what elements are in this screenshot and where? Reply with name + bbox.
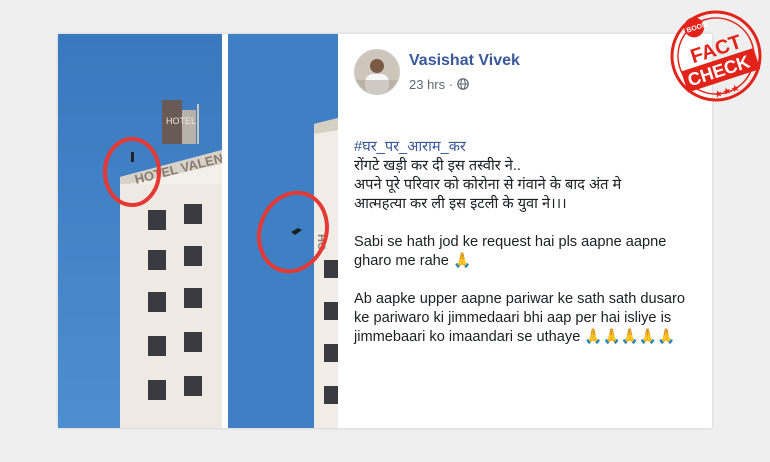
post-meta: 23 hrs · [409,76,469,92]
author-name[interactable]: Vasishat Vivek [409,52,520,70]
para2-line-2: gharo me rahe 🙏 [354,252,709,271]
fact-check-stamp-logo: BOOM FACT CHECK ★★★ [670,10,762,102]
paragraph-2: Sabi se hath jod ke request hai pls aapn… [354,233,709,271]
para3-line-3-text: jimmebaari ko imaandari se uthaye [354,329,581,345]
post-text: #घर_पर_आराम_कर रोंगटे खड़ी कर दी इस तस्व… [354,138,709,347]
right-photo-image: HO [228,34,338,428]
post-time[interactable]: 23 hrs [409,77,445,92]
hindi-line-1: रोंगटे खड़ी कर दी इस तस्वीर ने.. [354,158,521,174]
left-photo[interactable]: HOTEL HOTEL VALEN [58,34,222,428]
left-photo-image: HOTEL HOTEL VALEN [58,34,222,428]
folded-hands-emoji: 🙏 [452,253,472,269]
globe-icon [456,77,469,92]
para2-line-2-text: gharo me rahe [354,253,449,269]
hindi-line-2: अपने पूरे परिवार को कोरोना से गंवाने के … [354,177,622,193]
avatar-image [355,50,399,94]
hashtag-link[interactable]: #घर_पर_आराम_कर [354,138,709,157]
para2-line-1: Sabi se hath jod ke request hai pls aapn… [354,234,667,250]
right-photo[interactable]: HO [228,34,338,428]
paragraph-3: Ab aapke upper aapne pariwar ke sath sat… [354,290,709,347]
hindi-line-3: आत्महत्या कर ली इस इटली के युवा ने।।। [354,196,567,212]
para3-line-2: ke pariwaro ki jimmedaari bhi aap per ha… [354,310,672,326]
fact-check-stamp: BOOM FACT CHECK ★★★ [664,4,768,108]
avatar[interactable] [354,49,400,95]
meta-separator: · [448,77,454,93]
folded-hands-emoji-row: 🙏🙏🙏🙏🙏 [584,329,676,345]
para3-line-3: jimmebaari ko imaandari se uthaye 🙏🙏🙏🙏🙏 [354,328,709,347]
para3-line-1: Ab aapke upper aapne pariwar ke sath sat… [354,291,686,307]
left-top-sign: HOTEL [166,116,196,126]
facebook-post: Vasishat Vivek 23 hrs · #घर_पर_आराम_कर र… [343,34,712,428]
